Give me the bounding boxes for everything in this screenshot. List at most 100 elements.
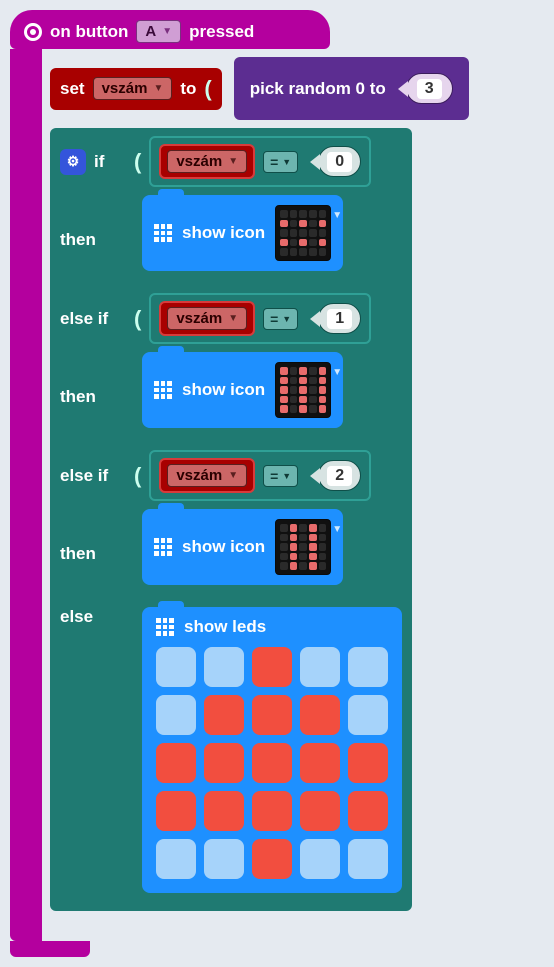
operator-value: = <box>270 154 278 170</box>
show-leds-label: show leds <box>184 617 266 637</box>
variable-reporter[interactable]: vszám ▼ <box>159 458 255 493</box>
chevron-down-icon: ▼ <box>332 524 342 535</box>
compare-value: 1 <box>327 309 352 329</box>
basic-category-icon <box>156 618 174 636</box>
led-cell[interactable] <box>300 695 340 735</box>
variable-dropdown[interactable]: vszám ▼ <box>167 307 247 330</box>
button-dropdown[interactable]: A ▼ <box>136 20 181 43</box>
if-block[interactable]: ⚙ if ( vszám ▼ = ▼ 0 <box>50 128 412 911</box>
operator-dropdown[interactable]: = ▼ <box>263 465 298 487</box>
variable-dropdown[interactable]: vszám ▼ <box>93 77 173 100</box>
show-icon-label: show icon <box>182 223 265 243</box>
compare-value-field[interactable]: 0 <box>318 146 361 177</box>
icon-dropdown[interactable]: ▼ <box>275 519 331 575</box>
hat-prefix: on button <box>50 22 128 42</box>
led-cell[interactable] <box>252 839 292 879</box>
to-label: to <box>180 79 196 99</box>
operator-dropdown[interactable]: = ▼ <box>263 308 298 330</box>
event-body-rail <box>10 49 42 941</box>
led-grid[interactable] <box>156 647 388 879</box>
led-cell[interactable] <box>156 743 196 783</box>
set-variable-block[interactable]: set vszám ▼ to ( <box>50 68 222 110</box>
compare-value-field[interactable]: 2 <box>318 460 361 491</box>
show-icon-label: show icon <box>182 537 265 557</box>
show-icon-block[interactable]: show icon ▼ <box>142 195 343 271</box>
operator-dropdown[interactable]: = ▼ <box>263 151 298 173</box>
compare-value-field[interactable]: 1 <box>318 303 361 334</box>
led-cell[interactable] <box>348 647 388 687</box>
then-label: then <box>60 230 126 250</box>
event-hat-on-button[interactable]: on button A ▼ pressed <box>10 10 330 49</box>
chevron-down-icon: ▼ <box>228 470 238 481</box>
variable-dropdown[interactable]: vszám ▼ <box>167 150 247 173</box>
led-cell[interactable] <box>348 695 388 735</box>
button-dropdown-value: A <box>145 23 156 40</box>
led-cell[interactable] <box>204 695 244 735</box>
operator-value: = <box>270 311 278 327</box>
if-label: if <box>94 152 126 172</box>
set-label: set <box>60 79 85 99</box>
led-cell[interactable] <box>156 839 196 879</box>
show-icon-block[interactable]: show icon ▼ <box>142 509 343 585</box>
variable-reporter[interactable]: vszám ▼ <box>159 301 255 336</box>
paren-open-icon: ( <box>134 306 141 332</box>
show-icon-block[interactable]: show icon ▼ <box>142 352 343 428</box>
slot-open-icon: ( <box>204 76 211 102</box>
variable-name: vszám <box>102 80 148 97</box>
gear-icon[interactable]: ⚙ <box>60 149 86 175</box>
led-cell[interactable] <box>156 791 196 831</box>
variable-reporter[interactable]: vszám ▼ <box>159 144 255 179</box>
led-cell[interactable] <box>204 647 244 687</box>
then-label: then <box>60 387 126 407</box>
chevron-down-icon: ▼ <box>332 367 342 378</box>
compare-block[interactable]: vszám ▼ = ▼ 2 <box>149 450 371 501</box>
led-cell[interactable] <box>252 695 292 735</box>
chevron-down-icon: ▼ <box>228 156 238 167</box>
led-cell[interactable] <box>300 743 340 783</box>
variable-dropdown[interactable]: vszám ▼ <box>167 464 247 487</box>
led-cell[interactable] <box>252 647 292 687</box>
led-cell[interactable] <box>348 743 388 783</box>
led-cell[interactable] <box>348 791 388 831</box>
icon-dropdown[interactable]: ▼ <box>275 362 331 418</box>
led-cell[interactable] <box>252 743 292 783</box>
led-cell[interactable] <box>300 647 340 687</box>
paren-open-icon: ( <box>134 463 141 489</box>
chevron-down-icon: ▼ <box>282 314 291 324</box>
led-cell[interactable] <box>204 791 244 831</box>
chevron-down-icon: ▼ <box>282 471 291 481</box>
show-icon-label: show icon <box>182 380 265 400</box>
chevron-down-icon: ▼ <box>228 313 238 324</box>
variable-name: vszám <box>176 310 222 327</box>
random-max-field[interactable]: 3 <box>406 73 453 104</box>
operator-value: = <box>270 468 278 484</box>
led-cell[interactable] <box>204 839 244 879</box>
led-cell[interactable] <box>348 839 388 879</box>
led-cell[interactable] <box>300 839 340 879</box>
elseif-label: else if <box>60 309 126 329</box>
then-label: then <box>60 544 126 564</box>
compare-block[interactable]: vszám ▼ = ▼ 0 <box>149 136 371 187</box>
icon-dropdown[interactable]: ▼ <box>275 205 331 261</box>
led-cell[interactable] <box>300 791 340 831</box>
else-label: else <box>60 607 126 627</box>
led-cell[interactable] <box>204 743 244 783</box>
pick-random-label: pick random 0 to <box>250 79 386 99</box>
led-cell[interactable] <box>252 791 292 831</box>
hat-suffix: pressed <box>189 22 254 42</box>
led-cell[interactable] <box>156 695 196 735</box>
compare-value: 0 <box>327 152 352 172</box>
chevron-down-icon: ▼ <box>282 157 291 167</box>
led-cell[interactable] <box>156 647 196 687</box>
random-max-value: 3 <box>417 79 442 99</box>
pick-random-block[interactable]: pick random 0 to 3 <box>234 57 469 120</box>
compare-value: 2 <box>327 466 352 486</box>
compare-block[interactable]: vszám ▼ = ▼ 1 <box>149 293 371 344</box>
basic-category-icon <box>154 224 172 242</box>
show-leds-block[interactable]: show leds <box>142 607 402 893</box>
elseif-label: else if <box>60 466 126 486</box>
chevron-down-icon: ▼ <box>153 83 163 94</box>
input-category-icon <box>24 23 42 41</box>
variable-name: vszám <box>176 153 222 170</box>
chevron-down-icon: ▼ <box>332 210 342 221</box>
